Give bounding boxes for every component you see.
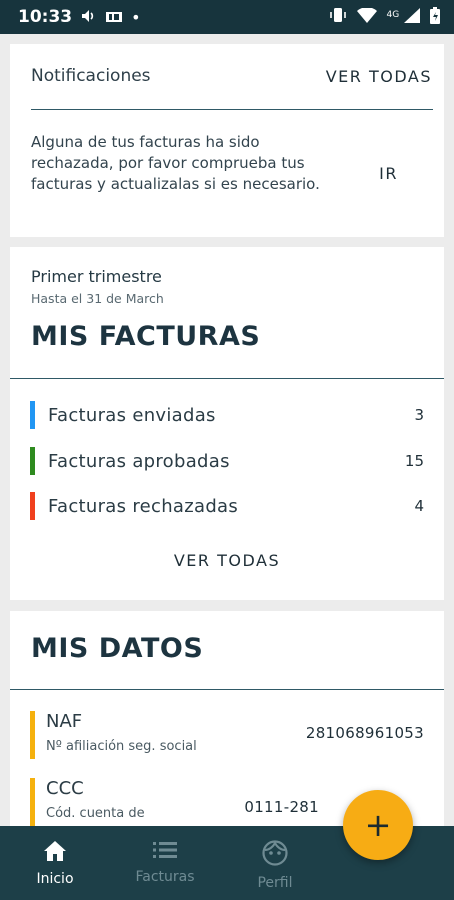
notification-dot-icon: • xyxy=(131,7,141,27)
view-all-invoices-wrapper: VER TODAS xyxy=(10,551,444,570)
invoice-row-count: 4 xyxy=(414,497,424,515)
invoice-row-count: 3 xyxy=(414,406,424,424)
sim-card-icon xyxy=(106,8,123,27)
plus-icon: + xyxy=(364,806,392,844)
nav-item-inicio[interactable]: Inicio xyxy=(0,826,110,900)
invoices-card: Primer trimestre Hasta el 31 de March MI… xyxy=(10,247,444,600)
status-bar: 10:33 • 4G xyxy=(0,0,454,34)
period-deadline: Hasta el 31 de March xyxy=(31,291,164,306)
vibrate-icon xyxy=(329,7,347,27)
status-time: 10:33 xyxy=(18,7,73,27)
notifications-card: Notificaciones VER TODAS Alguna de tus f… xyxy=(10,44,444,237)
data-row-accent xyxy=(30,711,35,759)
invoice-row-approved[interactable]: Facturas aprobadas 15 xyxy=(30,447,424,475)
view-all-invoices-button[interactable]: VER TODAS xyxy=(174,551,280,570)
volume-icon xyxy=(81,8,97,27)
nav-item-label: Inicio xyxy=(36,871,74,887)
period-label: Primer trimestre xyxy=(31,267,162,286)
home-icon xyxy=(43,840,67,871)
nav-item-facturas[interactable]: Facturas xyxy=(110,826,220,900)
nav-item-label: Facturas xyxy=(135,869,195,885)
status-bar-indicator xyxy=(30,492,35,520)
view-all-notifications-button[interactable]: VER TODAS xyxy=(326,67,432,86)
go-button[interactable]: IR xyxy=(379,164,398,183)
battery-icon xyxy=(430,6,440,28)
list-icon xyxy=(153,840,177,869)
my-data-title: MIS DATOS xyxy=(31,633,204,664)
network-type: 4G xyxy=(386,9,400,20)
data-row-value: 0111-281 xyxy=(244,798,319,816)
invoice-row-sent[interactable]: Facturas enviadas 3 xyxy=(30,401,424,429)
face-icon xyxy=(262,840,288,875)
invoice-row-label: Facturas aprobadas xyxy=(48,450,230,472)
status-bar-indicator xyxy=(30,401,35,429)
nav-item-label: Perfil xyxy=(257,875,293,891)
invoices-title: MIS FACTURAS xyxy=(31,321,261,352)
notification-message: Alguna de tus facturas ha sido rechazada… xyxy=(31,133,320,193)
data-row-description: Cód. cuenta de xyxy=(46,806,145,821)
invoice-row-label: Facturas rechazadas xyxy=(48,495,239,517)
status-bar-indicator xyxy=(30,447,35,475)
data-row-value: 281068961053 xyxy=(305,724,424,742)
divider xyxy=(10,689,444,690)
wifi-icon xyxy=(356,6,377,27)
invoice-row-rejected[interactable]: Facturas rechazadas 4 xyxy=(30,492,424,520)
data-row-name: NAF xyxy=(46,711,83,732)
nav-item-perfil[interactable]: Perfil xyxy=(220,826,330,900)
invoice-row-label: Facturas enviadas xyxy=(48,404,216,426)
add-invoice-fab[interactable]: + xyxy=(343,790,413,860)
data-row-naf: NAF Nº afiliación seg. social 2810689610… xyxy=(30,711,424,759)
divider xyxy=(31,109,433,110)
cellular-signal-icon: 4G xyxy=(386,7,420,27)
data-row-description: Nº afiliación seg. social xyxy=(46,739,197,754)
data-row-name: CCC xyxy=(46,778,84,799)
invoice-row-count: 15 xyxy=(404,452,424,470)
notifications-title: Notificaciones xyxy=(31,66,151,86)
divider xyxy=(10,378,444,379)
